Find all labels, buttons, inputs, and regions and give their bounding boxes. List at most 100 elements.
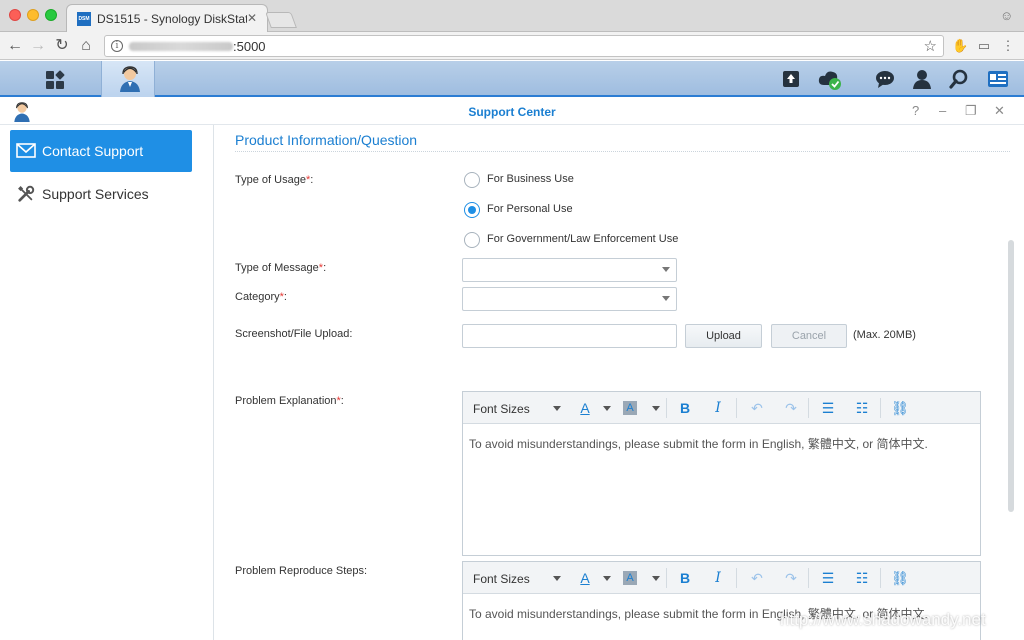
file-path-input[interactable] xyxy=(462,324,677,348)
font-sizes-dropdown[interactable]: Font Sizes xyxy=(473,572,530,586)
forward-arrow-icon[interactable]: → xyxy=(28,36,48,56)
sidebar-item-contact-support[interactable]: Contact Support xyxy=(10,130,192,172)
help-icon[interactable]: ? xyxy=(912,103,919,118)
section-title: Product Information/Question xyxy=(235,132,418,148)
browser-tab[interactable]: DSM DS1515 - Synology DiskStatio ✕ xyxy=(66,4,268,32)
undo-icon[interactable]: ↶ xyxy=(747,398,767,418)
bold-icon[interactable]: B xyxy=(675,398,695,418)
numbered-list-icon[interactable]: ☷ xyxy=(852,568,872,588)
tab-title: DS1515 - Synology DiskStatio xyxy=(97,12,247,26)
cast-icon[interactable]: ▭ xyxy=(976,38,992,54)
chevron-down-icon xyxy=(662,267,670,272)
problem-explanation-editor[interactable]: Font Sizes A A B I ↶ ↷ ☰ ☷ ⛓ To avoid mi… xyxy=(462,391,981,556)
background-color-icon[interactable]: A xyxy=(623,401,637,415)
chevron-down-icon[interactable] xyxy=(603,576,611,581)
editor-placeholder: To avoid misunderstandings, please submi… xyxy=(469,437,928,451)
chevron-down-icon[interactable] xyxy=(553,406,561,411)
radio-business-use[interactable] xyxy=(464,172,480,188)
support-center-avatar-icon xyxy=(120,66,140,92)
back-arrow-icon[interactable]: ← xyxy=(5,36,25,56)
background-color-icon[interactable]: A xyxy=(623,571,637,585)
toolbar-separator xyxy=(880,398,881,418)
envelope-icon xyxy=(16,143,36,158)
new-tab-button[interactable] xyxy=(265,12,297,28)
toolbar-separator xyxy=(736,568,737,588)
redo-icon[interactable]: ↷ xyxy=(781,568,801,588)
user-icon[interactable] xyxy=(911,69,933,91)
undo-icon[interactable]: ↶ xyxy=(747,568,767,588)
chevron-down-icon[interactable] xyxy=(603,406,611,411)
support-center-taskbar-button[interactable] xyxy=(101,61,155,97)
star-icon[interactable]: ☆ xyxy=(924,37,937,55)
sidebar-item-label: Contact Support xyxy=(42,143,144,159)
search-icon[interactable] xyxy=(948,69,970,91)
vertical-scrollbar[interactable] xyxy=(1008,240,1014,512)
bulleted-list-icon[interactable]: ☰ xyxy=(818,398,838,418)
upload-label: Screenshot/File Upload: xyxy=(235,328,353,340)
reload-icon[interactable]: ↻ xyxy=(52,36,72,56)
url-port: :5000 xyxy=(233,39,266,54)
font-color-icon[interactable]: A xyxy=(575,568,595,588)
minimize-window-button[interactable] xyxy=(27,9,39,21)
main-menu-button[interactable] xyxy=(24,61,82,97)
problem-reproduce-label: Problem Reproduce Steps: xyxy=(235,565,368,577)
bulleted-list-icon[interactable]: ☰ xyxy=(818,568,838,588)
radio-label-business-use[interactable]: For Business Use xyxy=(487,173,574,185)
problem-explanation-label: Problem Explanation*: xyxy=(235,395,344,407)
extension-icon[interactable]: ✋ xyxy=(952,38,968,54)
radio-government-use[interactable] xyxy=(464,232,480,248)
widgets-icon[interactable] xyxy=(986,69,1010,91)
close-icon[interactable]: ✕ xyxy=(994,103,1005,119)
radio-personal-use[interactable] xyxy=(464,202,480,218)
support-center-window-header: Support Center ? – ❐ ✕ xyxy=(0,99,1024,125)
font-sizes-dropdown[interactable]: Font Sizes xyxy=(473,402,530,416)
tab-close-icon[interactable]: ✕ xyxy=(247,11,257,25)
section-divider xyxy=(235,151,1010,152)
italic-icon[interactable]: I xyxy=(708,568,728,588)
chevron-down-icon[interactable] xyxy=(553,576,561,581)
toolbar-separator xyxy=(880,568,881,588)
editor-toolbar: Font Sizes A A B I ↶ ↷ ☰ ☷ ⛓ xyxy=(463,392,980,424)
menu-icon[interactable]: ⋮ xyxy=(1000,38,1016,54)
redo-icon[interactable]: ↷ xyxy=(781,398,801,418)
chevron-down-icon[interactable] xyxy=(652,406,660,411)
home-icon[interactable]: ⌂ xyxy=(76,36,96,56)
type-of-usage-label: Type of Usage*: xyxy=(235,174,314,186)
link-icon[interactable]: ⛓ xyxy=(890,398,910,418)
cancel-button[interactable]: Cancel xyxy=(771,324,847,348)
cloud-sync-check-icon[interactable] xyxy=(818,69,844,91)
type-of-message-label: Type of Message*: xyxy=(235,262,327,274)
sidebar: Contact Support Support Services xyxy=(0,125,214,640)
tools-icon xyxy=(18,185,35,202)
radio-label-government-use[interactable]: For Government/Law Enforcement Use xyxy=(487,233,678,245)
chevron-down-icon[interactable] xyxy=(652,576,660,581)
upload-button[interactable]: Upload xyxy=(685,324,762,348)
category-select[interactable] xyxy=(462,287,677,311)
bold-icon[interactable]: B xyxy=(675,568,695,588)
sidebar-item-support-services[interactable]: Support Services xyxy=(10,173,192,215)
info-icon[interactable]: i xyxy=(111,40,123,52)
numbered-list-icon[interactable]: ☷ xyxy=(852,398,872,418)
contact-support-form: Product Information/Question Type of Usa… xyxy=(215,125,1024,640)
toolbar-separator xyxy=(736,398,737,418)
zoom-window-button[interactable] xyxy=(45,9,57,21)
category-label: Category*: xyxy=(235,291,287,303)
window-title: Support Center xyxy=(468,105,556,119)
minimize-icon[interactable]: – xyxy=(939,103,946,118)
address-bar[interactable]: i :5000 ☆ xyxy=(104,35,944,57)
type-of-message-select[interactable] xyxy=(462,258,677,282)
blurred-ip-address xyxy=(129,42,233,51)
radio-label-personal-use[interactable]: For Personal Use xyxy=(487,203,573,215)
toolbar-separator xyxy=(808,398,809,418)
chat-bubble-icon[interactable] xyxy=(874,69,896,91)
dsm-taskbar xyxy=(0,61,1024,97)
profile-icon[interactable]: ☺ xyxy=(1000,8,1014,23)
link-icon[interactable]: ⛓ xyxy=(890,568,910,588)
restore-icon[interactable]: ❐ xyxy=(965,103,977,119)
max-size-hint: (Max. 20MB) xyxy=(853,329,916,341)
font-color-icon[interactable]: A xyxy=(575,398,595,418)
upload-queue-icon[interactable] xyxy=(780,69,802,91)
toolbar-separator xyxy=(666,568,667,588)
italic-icon[interactable]: I xyxy=(708,398,728,418)
close-window-button[interactable] xyxy=(9,9,21,21)
